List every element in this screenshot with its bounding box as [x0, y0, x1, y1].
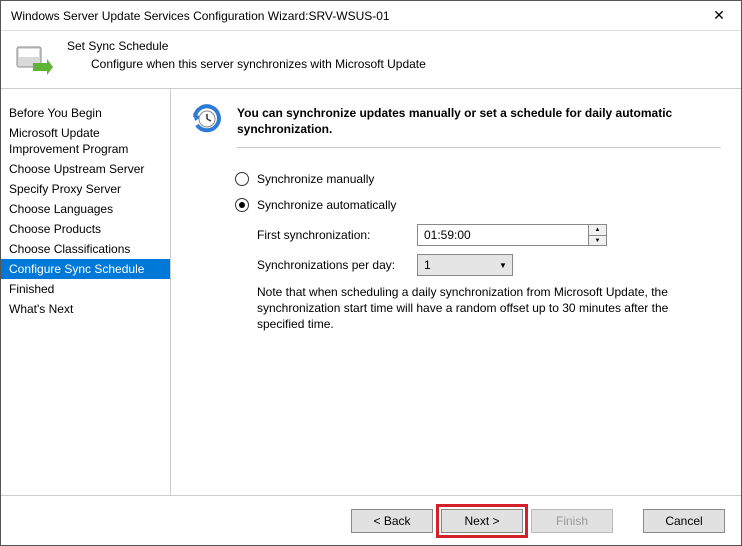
close-icon: ✕ — [713, 7, 725, 24]
titlebar: Windows Server Update Services Configura… — [1, 1, 741, 31]
sidebar-item-upstream-server[interactable]: Choose Upstream Server — [1, 159, 170, 179]
close-button[interactable]: ✕ — [699, 2, 739, 30]
dropdown-arrow-icon: ▼ — [494, 261, 512, 270]
sync-clock-icon — [191, 103, 223, 135]
radio-manual-indicator — [235, 172, 249, 186]
spinner-down[interactable]: ▼ — [589, 235, 606, 245]
radio-auto-indicator — [235, 198, 249, 212]
radio-manual[interactable]: Synchronize manually — [235, 172, 721, 186]
spinner-up[interactable]: ▲ — [589, 225, 606, 235]
per-day-row: Synchronizations per day: 1 ▼ — [257, 254, 721, 276]
schedule-note: Note that when scheduling a daily synchr… — [257, 284, 721, 332]
sync-options: Synchronize manually Synchronize automat… — [235, 172, 721, 332]
chevron-down-icon: ▼ — [595, 238, 601, 244]
first-sync-row: First synchronization: 01:59:00 ▲ ▼ — [257, 224, 721, 246]
radio-auto[interactable]: Synchronize automatically — [235, 198, 721, 212]
auto-fields: First synchronization: 01:59:00 ▲ ▼ Sync… — [257, 224, 721, 332]
sidebar-item-sync-schedule[interactable]: Configure Sync Schedule — [1, 259, 170, 279]
wizard-header: Set Sync Schedule Configure when this se… — [1, 31, 741, 89]
server-sync-icon — [13, 39, 53, 79]
radio-manual-label: Synchronize manually — [257, 172, 374, 186]
sidebar-item-finished[interactable]: Finished — [1, 279, 170, 299]
per-day-value: 1 — [418, 258, 494, 272]
main-panel: You can synchronize updates manually or … — [171, 89, 741, 495]
window-title: Windows Server Update Services Configura… — [11, 9, 699, 23]
sidebar-item-improvement-program[interactable]: Microsoft Update Improvement Program — [1, 123, 170, 159]
wizard-footer: < Back Next > Finish Cancel — [1, 495, 741, 545]
chevron-up-icon: ▲ — [595, 227, 601, 233]
first-sync-input[interactable]: 01:59:00 ▲ ▼ — [417, 224, 607, 246]
per-day-label: Synchronizations per day: — [257, 258, 417, 272]
sidebar-item-languages[interactable]: Choose Languages — [1, 199, 170, 219]
sidebar-item-classifications[interactable]: Choose Classifications — [1, 239, 170, 259]
back-button[interactable]: < Back — [351, 509, 433, 533]
intro-row: You can synchronize updates manually or … — [191, 103, 721, 148]
first-sync-value: 01:59:00 — [418, 228, 588, 242]
page-title: Set Sync Schedule — [67, 39, 426, 53]
intro-text: You can synchronize updates manually or … — [237, 103, 721, 148]
first-sync-label: First synchronization: — [257, 228, 417, 242]
finish-button: Finish — [531, 509, 613, 533]
per-day-dropdown[interactable]: 1 ▼ — [417, 254, 513, 276]
header-text: Set Sync Schedule Configure when this se… — [67, 37, 426, 71]
page-subtitle: Configure when this server synchronizes … — [67, 57, 426, 71]
time-spinner: ▲ ▼ — [588, 225, 606, 245]
sidebar: Before You Begin Microsoft Update Improv… — [1, 89, 171, 495]
radio-auto-label: Synchronize automatically — [257, 198, 396, 212]
sidebar-item-products[interactable]: Choose Products — [1, 219, 170, 239]
next-button[interactable]: Next > — [441, 509, 523, 533]
wizard-body: Before You Begin Microsoft Update Improv… — [1, 89, 741, 495]
wizard-window: Windows Server Update Services Configura… — [0, 0, 742, 546]
sidebar-item-proxy-server[interactable]: Specify Proxy Server — [1, 179, 170, 199]
cancel-button[interactable]: Cancel — [643, 509, 725, 533]
sidebar-item-whats-next[interactable]: What's Next — [1, 299, 170, 319]
sidebar-item-before-you-begin[interactable]: Before You Begin — [1, 103, 170, 123]
